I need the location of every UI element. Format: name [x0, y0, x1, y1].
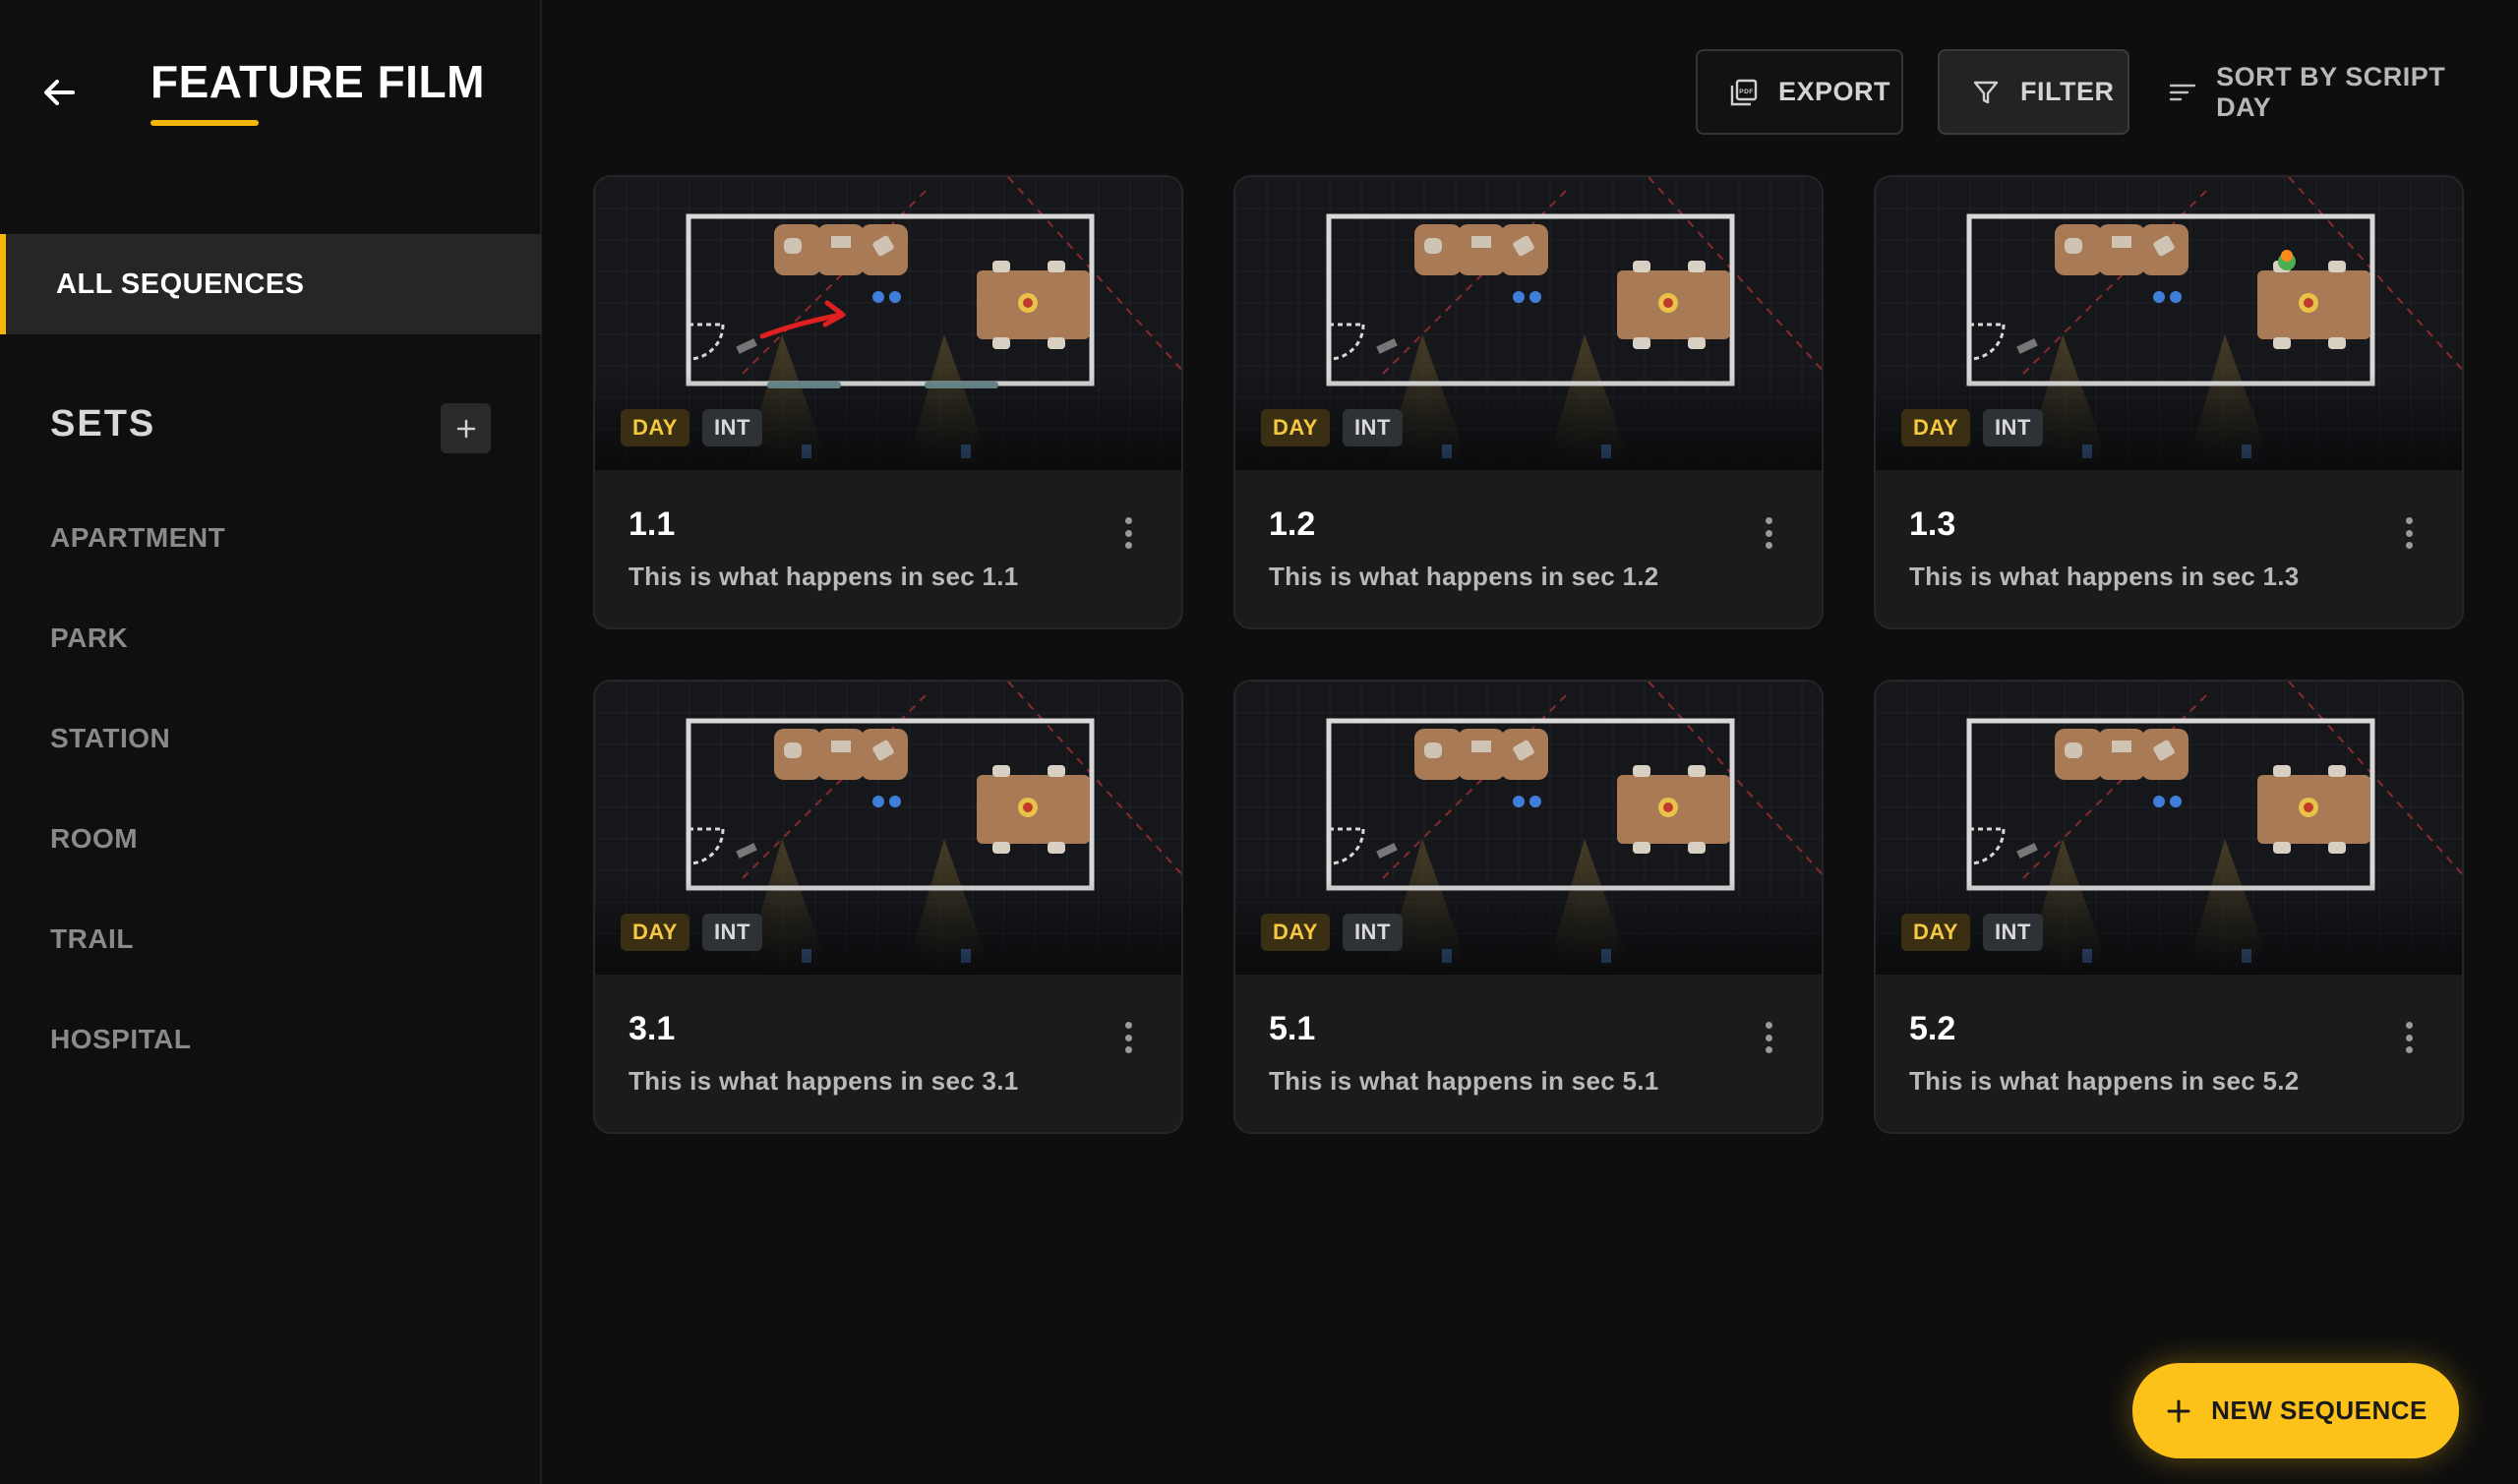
sequence-number: 5.2 — [1909, 1010, 1956, 1047]
sequence-description: This is what happens in sec 5.2 — [1909, 1066, 2300, 1096]
card-tags: DAY INT — [1901, 914, 2043, 951]
location-type-badge: INT — [701, 409, 762, 446]
nav-all-sequences[interactable]: ALL SEQUENCES — [0, 234, 542, 334]
more-vertical-icon[interactable] — [1757, 1018, 1780, 1057]
set-item-trail[interactable]: TRAIL — [50, 908, 225, 1008]
card-body: 1.1 This is what happens in sec 1.1 — [595, 470, 1181, 592]
card-tags: DAY INT — [1901, 409, 2043, 446]
location-type-badge: INT — [1342, 409, 1403, 446]
more-vertical-icon[interactable] — [1116, 513, 1140, 553]
card-body: 5.2 This is what happens in sec 5.2 — [1876, 975, 2462, 1097]
project-title: FEATURE FILM — [150, 56, 485, 107]
plus-icon — [2164, 1396, 2193, 1426]
sequence-description: This is what happens in sec 3.1 — [629, 1066, 1019, 1096]
sequence-card[interactable]: DAY INT 5.2 This is what happens in sec 5.2 — [1874, 680, 2464, 1134]
card-thumbnail: DAY INT — [1876, 177, 2462, 470]
set-item-park[interactable]: PARK — [50, 607, 225, 707]
sort-lines-icon — [2166, 76, 2198, 109]
set-item-station[interactable]: STATION — [50, 707, 225, 807]
sequence-grid: DAY INT 1.1 This is what happens in sec 1.1 — [593, 175, 2464, 1134]
sidebar: FEATURE FILM ALL SEQUENCES SETS APARTMEN… — [0, 0, 542, 1484]
sequence-card[interactable]: DAY INT 1.1 This is what happens in sec 1.1 — [593, 175, 1183, 629]
card-thumbnail: DAY INT — [595, 177, 1181, 470]
location-type-badge: INT — [1982, 409, 2043, 446]
card-tags: DAY INT — [1261, 409, 1403, 446]
time-of-day-badge: DAY — [1261, 914, 1330, 951]
filter-label: FILTER — [2020, 77, 2115, 106]
card-body: 1.2 This is what happens in sec 1.2 — [1235, 470, 1822, 592]
sequence-description: This is what happens in sec 1.3 — [1909, 562, 2300, 591]
sequence-card[interactable]: DAY INT 3.1 This is what happens in sec 3.1 — [593, 680, 1183, 1134]
time-of-day-badge: DAY — [621, 914, 689, 951]
set-item-apartment[interactable]: APARTMENT — [50, 506, 225, 607]
sequence-description: This is what happens in sec 1.2 — [1269, 562, 1659, 591]
sequence-number: 1.1 — [629, 505, 676, 543]
time-of-day-badge: DAY — [1901, 409, 1970, 446]
sequence-card[interactable]: DAY INT 5.1 This is what happens in sec 5.1 — [1233, 680, 1824, 1134]
set-item-room[interactable]: ROOM — [50, 807, 225, 908]
more-vertical-icon[interactable] — [2397, 513, 2421, 553]
sequence-card[interactable]: DAY INT 1.2 This is what happens in sec 1.2 — [1233, 175, 1824, 629]
funnel-icon — [1969, 76, 2003, 109]
card-body: 5.1 This is what happens in sec 5.1 — [1235, 975, 1822, 1097]
sequence-description: This is what happens in sec 1.1 — [629, 562, 1019, 591]
back-button[interactable] — [37, 71, 81, 114]
time-of-day-badge: DAY — [1901, 914, 1970, 951]
sets-header: SETS — [50, 403, 156, 445]
card-thumbnail: DAY INT — [1235, 682, 1822, 975]
title-underline — [150, 120, 259, 126]
add-set-button[interactable] — [441, 403, 491, 453]
card-tags: DAY INT — [621, 914, 762, 951]
sequence-number: 1.3 — [1909, 505, 1956, 543]
location-type-badge: INT — [1342, 914, 1403, 951]
time-of-day-badge: DAY — [1261, 409, 1330, 446]
new-sequence-label: NEW SEQUENCE — [2211, 1395, 2428, 1425]
new-sequence-button[interactable]: NEW SEQUENCE — [2132, 1363, 2459, 1458]
sequence-description: This is what happens in sec 5.1 — [1269, 1066, 1659, 1096]
time-of-day-badge: DAY — [621, 409, 689, 446]
card-body: 1.3 This is what happens in sec 1.3 — [1876, 470, 2462, 592]
card-thumbnail: DAY INT — [1876, 682, 2462, 975]
arrow-left-icon — [44, 80, 75, 105]
sequence-number: 1.2 — [1269, 505, 1316, 543]
card-body: 3.1 This is what happens in sec 3.1 — [595, 975, 1181, 1097]
card-tags: DAY INT — [621, 409, 762, 446]
app-root: FEATURE FILM ALL SEQUENCES SETS APARTMEN… — [0, 0, 2518, 1484]
svg-text:PDF: PDF — [1739, 89, 1754, 95]
set-list: APARTMENT PARK STATION ROOM TRAIL HOSPIT… — [50, 506, 225, 1108]
export-button[interactable]: PDF EXPORT — [1696, 49, 1903, 135]
more-vertical-icon[interactable] — [1116, 1018, 1140, 1057]
sequence-number: 5.1 — [1269, 1010, 1316, 1047]
more-vertical-icon[interactable] — [1757, 513, 1780, 553]
more-vertical-icon[interactable] — [2397, 1018, 2421, 1057]
filter-button[interactable]: FILTER — [1938, 49, 2129, 135]
pdf-export-icon: PDF — [1727, 76, 1761, 109]
sequence-number: 3.1 — [629, 1010, 676, 1047]
set-item-hospital[interactable]: HOSPITAL — [50, 1008, 225, 1108]
sequence-card[interactable]: DAY INT 1.3 This is what happens in sec 1.3 — [1874, 175, 2464, 629]
card-thumbnail: DAY INT — [1235, 177, 1822, 470]
location-type-badge: INT — [701, 914, 762, 951]
card-tags: DAY INT — [1261, 914, 1403, 951]
sort-label: SORT BY SCRIPT DAY — [2216, 61, 2446, 122]
card-thumbnail: DAY INT — [595, 682, 1181, 975]
location-type-badge: INT — [1982, 914, 2043, 951]
plus-icon — [456, 419, 475, 438]
sort-button[interactable]: SORT BY SCRIPT DAY — [2162, 49, 2501, 135]
export-label: EXPORT — [1778, 77, 1891, 106]
